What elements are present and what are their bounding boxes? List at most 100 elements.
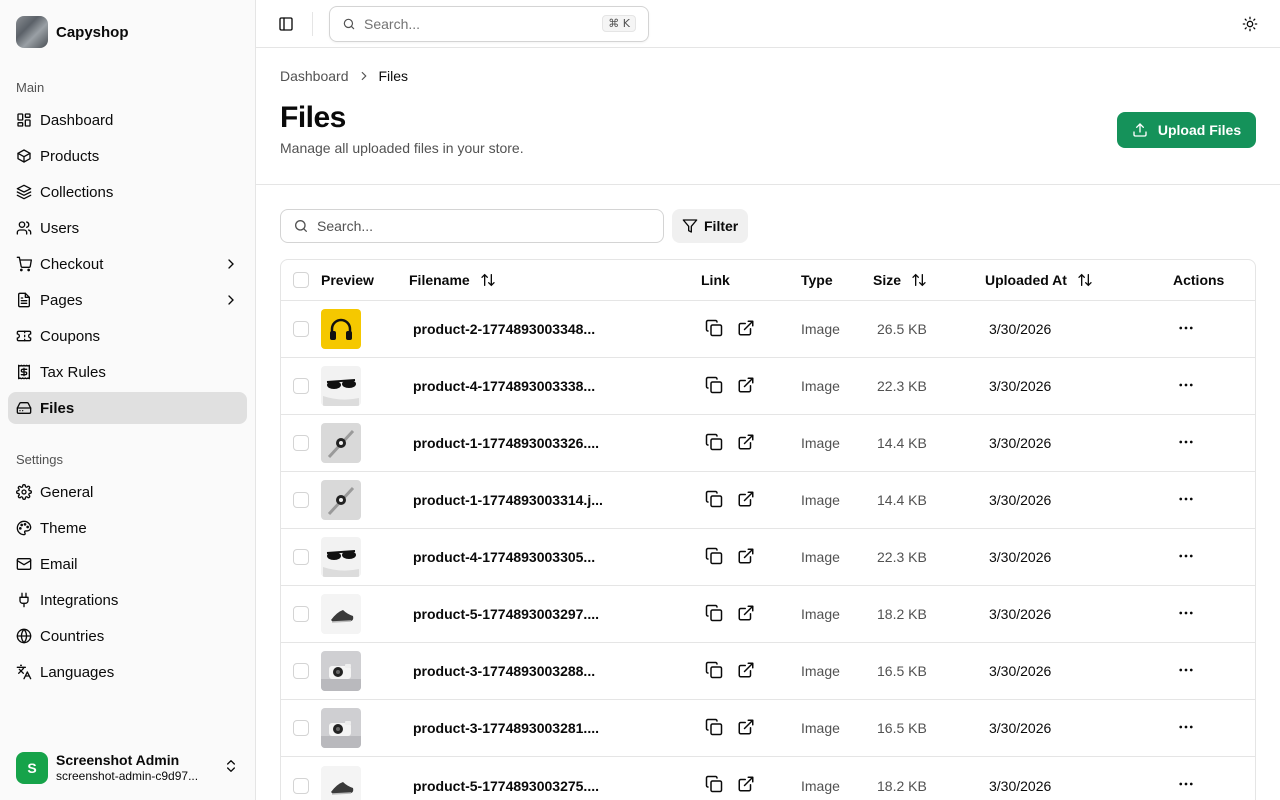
more-horizontal-icon[interactable] — [1173, 490, 1195, 508]
breadcrumb-dashboard[interactable]: Dashboard — [280, 68, 349, 84]
row-checkbox[interactable] — [293, 435, 309, 451]
file-preview-thumbnail[interactable] — [321, 309, 361, 349]
more-horizontal-icon[interactable] — [1173, 718, 1195, 736]
sidebar-item-countries[interactable]: Countries — [8, 620, 247, 652]
sidebar-item-email[interactable]: Email — [8, 548, 247, 580]
table-search[interactable] — [280, 209, 664, 243]
globe-icon — [16, 628, 32, 644]
uploaded-at: 3/30/2026 — [989, 549, 1052, 565]
table-row[interactable]: product-4-1774893003305... Image 22.3 KB 3/… — [281, 529, 1255, 586]
row-checkbox[interactable] — [293, 777, 309, 794]
table-row[interactable]: product-5-1774893003275.... Image 18.2 KB 3… — [281, 757, 1255, 800]
copy-icon[interactable] — [705, 547, 723, 568]
file-type: Image — [801, 606, 840, 622]
sidebar-item-files[interactable]: Files — [8, 392, 247, 424]
theme-toggle-button[interactable] — [1236, 10, 1264, 38]
table-row[interactable]: product-3-1774893003288... Image 16.5 KB 3/… — [281, 643, 1255, 700]
sidebar-item-label: General — [40, 483, 94, 501]
row-checkbox[interactable] — [293, 606, 309, 622]
file-preview-thumbnail[interactable] — [321, 537, 361, 577]
external-link-icon[interactable] — [737, 604, 755, 625]
brand-logo — [16, 16, 48, 48]
more-horizontal-icon[interactable] — [1173, 319, 1195, 337]
plug-icon — [16, 592, 32, 608]
copy-icon[interactable] — [705, 718, 723, 739]
copy-icon[interactable] — [705, 433, 723, 454]
copy-icon[interactable] — [705, 775, 723, 796]
sidebar-item-checkout[interactable]: Checkout — [8, 248, 247, 280]
copy-icon[interactable] — [705, 661, 723, 682]
sidebar-item-pages[interactable]: Pages — [8, 284, 247, 316]
table-search-input[interactable] — [317, 218, 651, 234]
external-link-icon[interactable] — [737, 376, 755, 397]
th-uploaded-at[interactable]: Uploaded At — [985, 272, 1093, 288]
avatar: S — [16, 752, 48, 784]
more-horizontal-icon[interactable] — [1173, 604, 1195, 622]
more-horizontal-icon[interactable] — [1173, 547, 1195, 565]
table-row[interactable]: product-5-1774893003297.... Image 18.2 KB 3… — [281, 586, 1255, 643]
copy-icon[interactable] — [705, 376, 723, 397]
global-search[interactable]: ⌘ K — [329, 5, 649, 42]
user-menu[interactable]: S Screenshot Admin screenshot-admin-c9d9… — [8, 744, 247, 792]
sidebar-toggle-button[interactable] — [272, 10, 300, 38]
external-link-icon[interactable] — [737, 490, 755, 511]
th-type: Type — [801, 272, 833, 288]
external-link-icon[interactable] — [737, 775, 755, 796]
more-horizontal-icon[interactable] — [1173, 376, 1195, 394]
external-link-icon[interactable] — [737, 661, 755, 682]
copy-icon[interactable] — [705, 490, 723, 511]
external-link-icon[interactable] — [737, 319, 755, 340]
sidebar-item-dashboard[interactable]: Dashboard — [8, 104, 247, 136]
table-row[interactable]: product-3-1774893003281.... Image 16.5 KB 3… — [281, 700, 1255, 757]
th-filename[interactable]: Filename — [409, 272, 496, 288]
external-link-icon[interactable] — [737, 718, 755, 739]
external-link-icon[interactable] — [737, 547, 755, 568]
row-checkbox[interactable] — [293, 720, 309, 736]
global-search-input[interactable] — [364, 15, 595, 32]
filename: product-3-1774893003288... — [413, 663, 596, 679]
sidebar-item-products[interactable]: Products — [8, 140, 247, 172]
more-horizontal-icon[interactable] — [1173, 433, 1195, 451]
table-row[interactable]: product-2-1774893003348... Image 26.5 KB 3/… — [281, 301, 1255, 358]
file-preview-thumbnail[interactable] — [321, 708, 361, 748]
row-checkbox[interactable] — [293, 378, 309, 394]
select-all-checkbox[interactable] — [293, 272, 309, 288]
sidebar-item-label: Email — [40, 555, 78, 573]
sidebar-item-general[interactable]: General — [8, 476, 247, 508]
file-preview-thumbnail[interactable] — [321, 594, 361, 634]
file-preview-thumbnail[interactable] — [321, 423, 361, 463]
copy-icon[interactable] — [705, 604, 723, 625]
filter-button[interactable]: Filter — [672, 209, 749, 243]
file-preview-thumbnail[interactable] — [321, 651, 361, 691]
sidebar-item-label: Languages — [40, 663, 115, 681]
more-horizontal-icon[interactable] — [1173, 775, 1195, 793]
file-preview-thumbnail[interactable] — [321, 765, 361, 800]
table-row[interactable]: product-1-1774893003326.... Image 14.4 KB 3… — [281, 415, 1255, 472]
brand-name: Capyshop — [56, 23, 129, 41]
row-checkbox[interactable] — [293, 663, 309, 679]
table-row[interactable]: product-4-1774893003338... Image 22.3 KB 3/… — [281, 358, 1255, 415]
receipt-icon — [16, 364, 32, 380]
row-checkbox[interactable] — [293, 321, 309, 337]
uploaded-at: 3/30/2026 — [989, 435, 1052, 451]
upload-files-button[interactable]: Upload Files — [1117, 112, 1256, 148]
filename: product-4-1774893003305... — [413, 549, 596, 565]
copy-icon[interactable] — [705, 319, 723, 340]
filename: product-3-1774893003281.... — [413, 720, 599, 736]
table-row[interactable]: product-1-1774893003314.j... Image 14.4 KB… — [281, 472, 1255, 529]
sidebar-item-theme[interactable]: Theme — [8, 512, 247, 544]
file-preview-thumbnail[interactable] — [321, 366, 361, 406]
sidebar-item-tax-rules[interactable]: Tax Rules — [8, 356, 247, 388]
more-horizontal-icon[interactable] — [1173, 661, 1195, 679]
sidebar-item-users[interactable]: Users — [8, 212, 247, 244]
sidebar-item-integrations[interactable]: Integrations — [8, 584, 247, 616]
brand[interactable]: Capyshop — [0, 0, 255, 64]
sidebar-item-coupons[interactable]: Coupons — [8, 320, 247, 352]
file-preview-thumbnail[interactable] — [321, 480, 361, 520]
sidebar-item-languages[interactable]: Languages — [8, 656, 247, 688]
th-size[interactable]: Size — [873, 272, 927, 288]
row-checkbox[interactable] — [293, 492, 309, 508]
external-link-icon[interactable] — [737, 433, 755, 454]
row-checkbox[interactable] — [293, 549, 309, 565]
sidebar-item-collections[interactable]: Collections — [8, 176, 247, 208]
